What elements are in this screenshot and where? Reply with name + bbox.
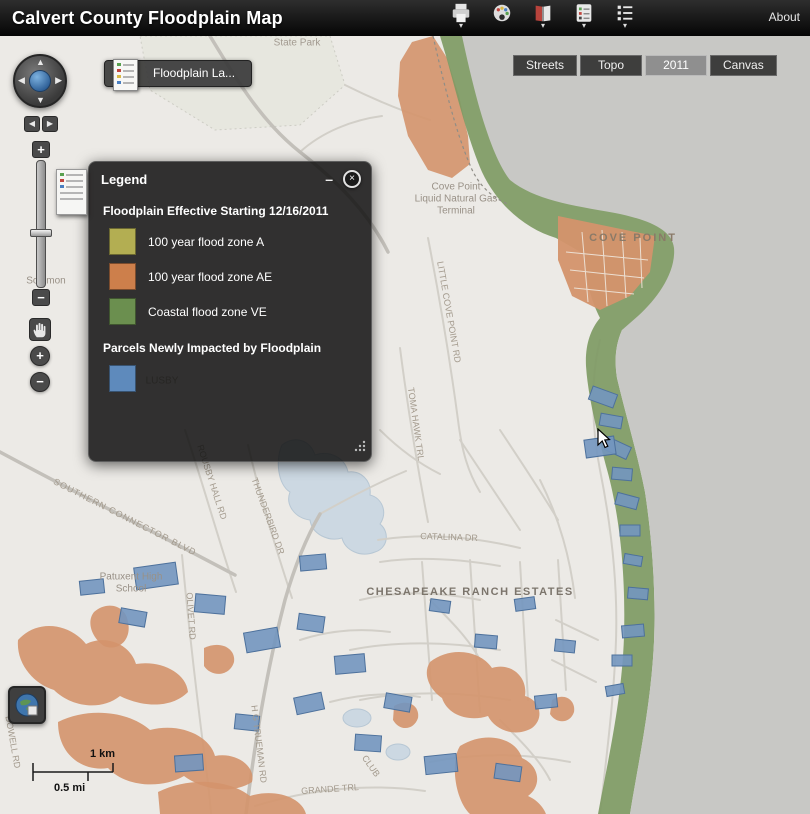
hand-icon [33,322,46,337]
resize-grip[interactable] [354,439,366,457]
swatch-impacted-parcel [109,365,136,392]
slider-zoom-out-button[interactable]: − [32,289,50,306]
basemap-button-canvas[interactable]: Canvas [710,55,777,76]
slider-zoom-in-button[interactable]: + [32,141,50,158]
rotate-controls: ◀ ▶ [24,116,58,132]
header-toolbar: ▾ ▾ ▾ ▾ [448,2,638,34]
pan-up-icon[interactable]: ▲ [36,57,45,67]
page-title: Calvert County Floodplain Map [12,7,283,28]
minimize-button[interactable]: – [325,171,333,187]
legend-item-label: 100 year flood zone AE [148,269,273,284]
chevron-down-icon: ▾ [540,21,545,30]
application-window: State Park Cove Point Liquid Natural Gas Te… [0,0,810,814]
swatch-flood-zone-ae [109,263,136,290]
legend-item-impacted-parcels [109,365,357,392]
layer-list-button[interactable]: ▾ [571,2,597,34]
basemap-button-topo[interactable]: Topo [580,55,643,76]
rotate-right-button[interactable]: ▶ [42,116,58,132]
floodplain-layers-label: Floodplain La... [153,66,236,80]
scalebar: 1 km 0.5 mi [30,748,130,798]
zoom-in-button[interactable]: + [30,346,50,366]
palette-icon [493,4,511,22]
globe-icon[interactable] [29,70,51,92]
zoom-slider[interactable] [30,160,52,288]
legend-list-button[interactable]: ▾ [612,2,638,34]
swatch-flood-zone-a [109,228,136,255]
pan-right-icon[interactable]: ▶ [55,75,62,86]
legend-panel: Legend – × Floodplain Effective Starting… [88,161,372,462]
layer-page-icon [113,59,138,91]
basemap-button-streets[interactable]: Streets [513,55,578,76]
pan-down-icon[interactable]: ▼ [36,95,45,105]
print-button[interactable]: ▾ [448,2,474,34]
close-button[interactable]: × [343,170,361,188]
legend-item-zone-a: 100 year flood zone A [109,228,357,255]
overview-map-button[interactable] [8,686,46,724]
rotate-left-button[interactable]: ◀ [24,116,40,132]
chevron-down-icon: ▾ [458,21,463,30]
basemap-gallery-button[interactable] [489,2,515,34]
legend-body: Floodplain Effective Starting 12/16/2011… [89,192,371,392]
scalebar-mi-label: 0.5 mi [54,782,86,794]
header-bar: Calvert County Floodplain Map ▾ ▾ ▾ ▾ Ab… [0,0,810,36]
legend-item-zone-ae: 100 year flood zone AE [109,263,357,290]
legend-item-label: 100 year flood zone A [148,234,265,249]
scalebar-km-label: 1 km [90,748,116,760]
legend-thumbnail[interactable] [56,169,87,215]
bookmarks-button[interactable]: ▾ [530,2,556,34]
chevron-down-icon: ▾ [622,21,627,30]
chevron-down-icon: ▾ [581,21,586,30]
legend-section-heading: Floodplain Effective Starting 12/16/2011 [103,204,329,218]
pan-left-icon[interactable]: ◀ [18,75,25,86]
floodplain-layers-button[interactable]: Floodplain La... [104,59,252,91]
basemap-button-2011[interactable]: 2011 [645,55,708,76]
overview-globe-icon [15,693,39,717]
basemap-switcher: Streets Topo 2011 Canvas [513,55,777,76]
about-link[interactable]: About [769,10,800,24]
zoom-out-button[interactable]: − [30,372,50,392]
legend-panel-header[interactable]: Legend – × [89,162,371,192]
pan-compass[interactable]: ▲ ▼ ◀ ▶ [13,54,67,108]
legend-title: Legend [101,171,148,187]
zoom-slider-handle[interactable] [30,229,52,237]
pan-tool-button[interactable] [29,318,51,341]
swatch-coastal-zone-ve [109,298,136,325]
legend-item-label: Coastal flood zone VE [148,304,267,319]
legend-item-zone-ve: Coastal flood zone VE [109,298,357,325]
legend-section-heading: Parcels Newly Impacted by Floodplain [103,341,322,355]
